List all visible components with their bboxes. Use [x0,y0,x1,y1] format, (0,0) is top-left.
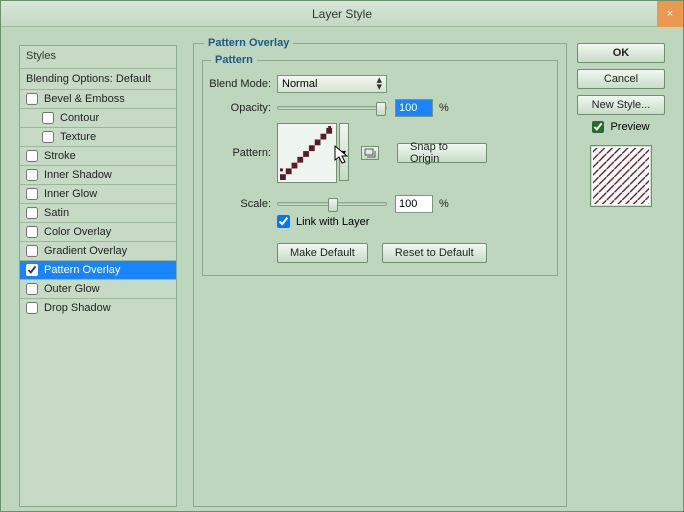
scale-slider[interactable] [277,202,387,206]
pattern-picker-dropdown[interactable]: ▾ [339,123,349,181]
scale-input[interactable]: 100 [395,195,433,213]
link-with-layer-label: Link with Layer [296,216,369,228]
scale-label: Scale: [203,198,271,210]
preview-swatch [590,145,652,207]
pattern-swatch[interactable] [277,123,337,183]
styles-item-label: Color Overlay [44,226,111,238]
blend-mode-label: Blend Mode: [203,78,271,90]
styles-header: Styles [20,46,176,68]
styles-item-inner-shadow[interactable]: Inner Shadow [20,165,176,184]
styles-item-contour[interactable]: Contour [20,108,176,127]
pattern-group: Pattern Blend Mode: Normal ▴▾ Opacity: [202,60,558,276]
link-with-layer-checkbox[interactable] [277,215,290,228]
ok-button[interactable]: OK [577,43,665,63]
styles-item-label: Inner Shadow [44,169,112,181]
dialog-body: Styles Blending Options: Default Bevel &… [1,27,683,511]
pattern-label: Pattern: [203,147,271,159]
styles-item-bevel-emboss[interactable]: Bevel & Emboss [20,89,176,108]
styles-item-label: Pattern Overlay [44,264,120,276]
right-column: OK Cancel New Style... Preview [577,43,665,207]
main-panel: Pattern Overlay Pattern Blend Mode: Norm… [193,43,567,507]
styles-item-label: Texture [60,131,96,143]
styles-item-checkbox[interactable] [26,150,38,162]
styles-item-checkbox[interactable] [42,112,54,124]
close-button[interactable]: × [657,1,683,27]
close-icon: × [667,8,673,20]
styles-item-checkbox[interactable] [26,93,38,105]
styles-item-pattern-overlay[interactable]: Pattern Overlay [20,260,176,279]
layer-style-dialog: Layer Style × Styles Blending Options: D… [0,0,684,512]
opacity-slider[interactable] [277,106,387,110]
styles-item-color-overlay[interactable]: Color Overlay [20,222,176,241]
styles-item-outer-glow[interactable]: Outer Glow [20,279,176,298]
styles-item-checkbox[interactable] [26,226,38,238]
titlebar[interactable]: Layer Style × [1,1,683,27]
group-label-inner: Pattern [211,54,257,66]
styles-item-label: Bevel & Emboss [44,93,125,105]
snap-to-origin-button[interactable]: Snap to Origin [397,143,487,163]
blend-mode-value: Normal [282,78,317,90]
opacity-slider-thumb[interactable] [376,102,386,116]
styles-item-label: Satin [44,207,69,219]
blend-mode-select[interactable]: Normal ▴▾ [277,75,387,93]
styles-item-satin[interactable]: Satin [20,203,176,222]
new-style-button[interactable]: New Style... [577,95,665,115]
styles-item-texture[interactable]: Texture [20,127,176,146]
reset-to-default-button[interactable]: Reset to Default [382,243,487,263]
updown-icon: ▴▾ [376,77,382,91]
make-default-button[interactable]: Make Default [277,243,368,263]
cancel-button[interactable]: Cancel [577,69,665,89]
preview-checkbox[interactable] [592,121,604,133]
styles-item-label: Outer Glow [44,283,100,295]
styles-item-inner-glow[interactable]: Inner Glow [20,184,176,203]
scale-unit: % [439,198,449,210]
chevron-down-icon: ▾ [342,148,346,157]
styles-item-label: Stroke [44,150,76,162]
styles-item-gradient-overlay[interactable]: Gradient Overlay [20,241,176,260]
opacity-unit: % [439,102,449,114]
styles-panel: Styles Blending Options: Default Bevel &… [19,45,177,507]
pattern-swatch-inner [280,126,334,180]
styles-item-checkbox[interactable] [26,264,38,276]
opacity-input[interactable]: 100 [395,99,433,117]
styles-item-label: Inner Glow [44,188,97,200]
blending-options-row[interactable]: Blending Options: Default [20,68,176,89]
new-preset-button[interactable] [361,146,379,160]
preview-label: Preview [610,121,649,133]
opacity-label: Opacity: [203,102,271,114]
styles-item-checkbox[interactable] [26,169,38,181]
group-label-main: Pattern Overlay [204,37,293,49]
styles-item-checkbox[interactable] [42,131,54,143]
styles-item-checkbox[interactable] [26,245,38,257]
styles-item-drop-shadow[interactable]: Drop Shadow [20,298,176,317]
styles-item-checkbox[interactable] [26,302,38,314]
new-preset-icon [364,148,376,158]
styles-item-checkbox[interactable] [26,207,38,219]
styles-item-label: Contour [60,112,99,124]
window-title: Layer Style [312,7,372,21]
styles-item-checkbox[interactable] [26,283,38,295]
styles-item-checkbox[interactable] [26,188,38,200]
styles-item-label: Drop Shadow [44,302,111,314]
styles-item-label: Gradient Overlay [44,245,127,257]
styles-item-stroke[interactable]: Stroke [20,146,176,165]
scale-slider-thumb[interactable] [328,198,338,212]
